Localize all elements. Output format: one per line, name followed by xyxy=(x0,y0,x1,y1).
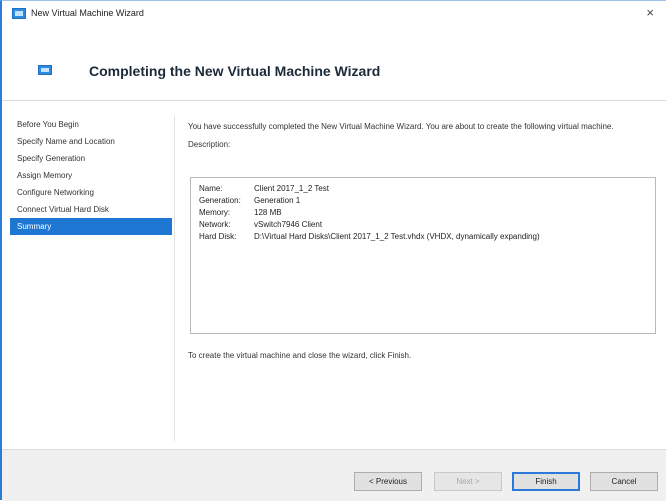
summary-row-memory: Memory: 128 MB xyxy=(199,207,647,219)
summary-key: Name: xyxy=(199,184,223,193)
title-bar: New Virtual Machine Wizard × xyxy=(2,1,666,27)
next-button[interactable]: Next > xyxy=(434,472,502,491)
wizard-content: Before You Begin Specify Name and Locati… xyxy=(2,102,666,449)
summary-value: Client 2017_1_2 Test xyxy=(254,184,330,193)
sidebar-item-specify-name-and-location[interactable]: Specify Name and Location xyxy=(10,133,172,150)
virtual-machine-icon xyxy=(38,65,52,75)
description-label: Description: xyxy=(188,140,231,149)
wizard-window: New Virtual Machine Wizard × Completing … xyxy=(0,0,666,501)
summary-row-hard-disk: Hard Disk: D:\Virtual Hard Disks\Client … xyxy=(199,231,647,243)
summary-value: vSwitch7946 Client xyxy=(254,220,323,229)
wizard-header: Completing the New Virtual Machine Wizar… xyxy=(2,27,666,101)
sidebar-item-connect-virtual-hard-disk[interactable]: Connect Virtual Hard Disk xyxy=(10,201,172,218)
cancel-button[interactable]: Cancel xyxy=(590,472,658,491)
window-title: New Virtual Machine Wizard xyxy=(31,8,144,18)
description-box[interactable]: Name: Client 2017_1_2 Test Generation: G… xyxy=(190,177,656,334)
summary-key: Memory: xyxy=(199,208,231,217)
step-list: Before You Begin Specify Name and Locati… xyxy=(10,116,172,235)
button-bar: < Previous Next > Finish Cancel xyxy=(2,449,666,501)
sidebar-item-before-you-begin[interactable]: Before You Begin xyxy=(10,116,172,133)
summary-row-name: Name: Client 2017_1_2 Test xyxy=(199,183,647,195)
summary-key: Network: xyxy=(199,220,231,229)
summary-value: D:\Virtual Hard Disks\Client 2017_1_2 Te… xyxy=(254,232,540,241)
sidebar-item-specify-generation[interactable]: Specify Generation xyxy=(10,150,172,167)
summary-row-network: Network: vSwitch7946 Client xyxy=(199,219,647,231)
summary-panel: You have successfully completed the New … xyxy=(188,121,658,360)
summary-value: 128 MB xyxy=(254,208,282,217)
virtual-machine-icon xyxy=(12,8,26,19)
divider xyxy=(174,116,175,441)
summary-value: Generation 1 xyxy=(254,196,301,205)
close-icon[interactable]: × xyxy=(646,6,654,20)
page-title: Completing the New Virtual Machine Wizar… xyxy=(89,63,381,79)
summary-key: Hard Disk: xyxy=(199,232,237,241)
finish-instruction: To create the virtual machine and close … xyxy=(188,351,412,360)
summary-key: Generation: xyxy=(199,196,241,205)
sidebar-item-configure-networking[interactable]: Configure Networking xyxy=(10,184,172,201)
summary-row-generation: Generation: Generation 1 xyxy=(199,195,647,207)
sidebar-item-assign-memory[interactable]: Assign Memory xyxy=(10,167,172,184)
intro-text: You have successfully completed the New … xyxy=(188,122,614,131)
finish-button[interactable]: Finish xyxy=(512,472,580,491)
sidebar-item-summary[interactable]: Summary xyxy=(10,218,172,235)
previous-button[interactable]: < Previous xyxy=(354,472,422,491)
